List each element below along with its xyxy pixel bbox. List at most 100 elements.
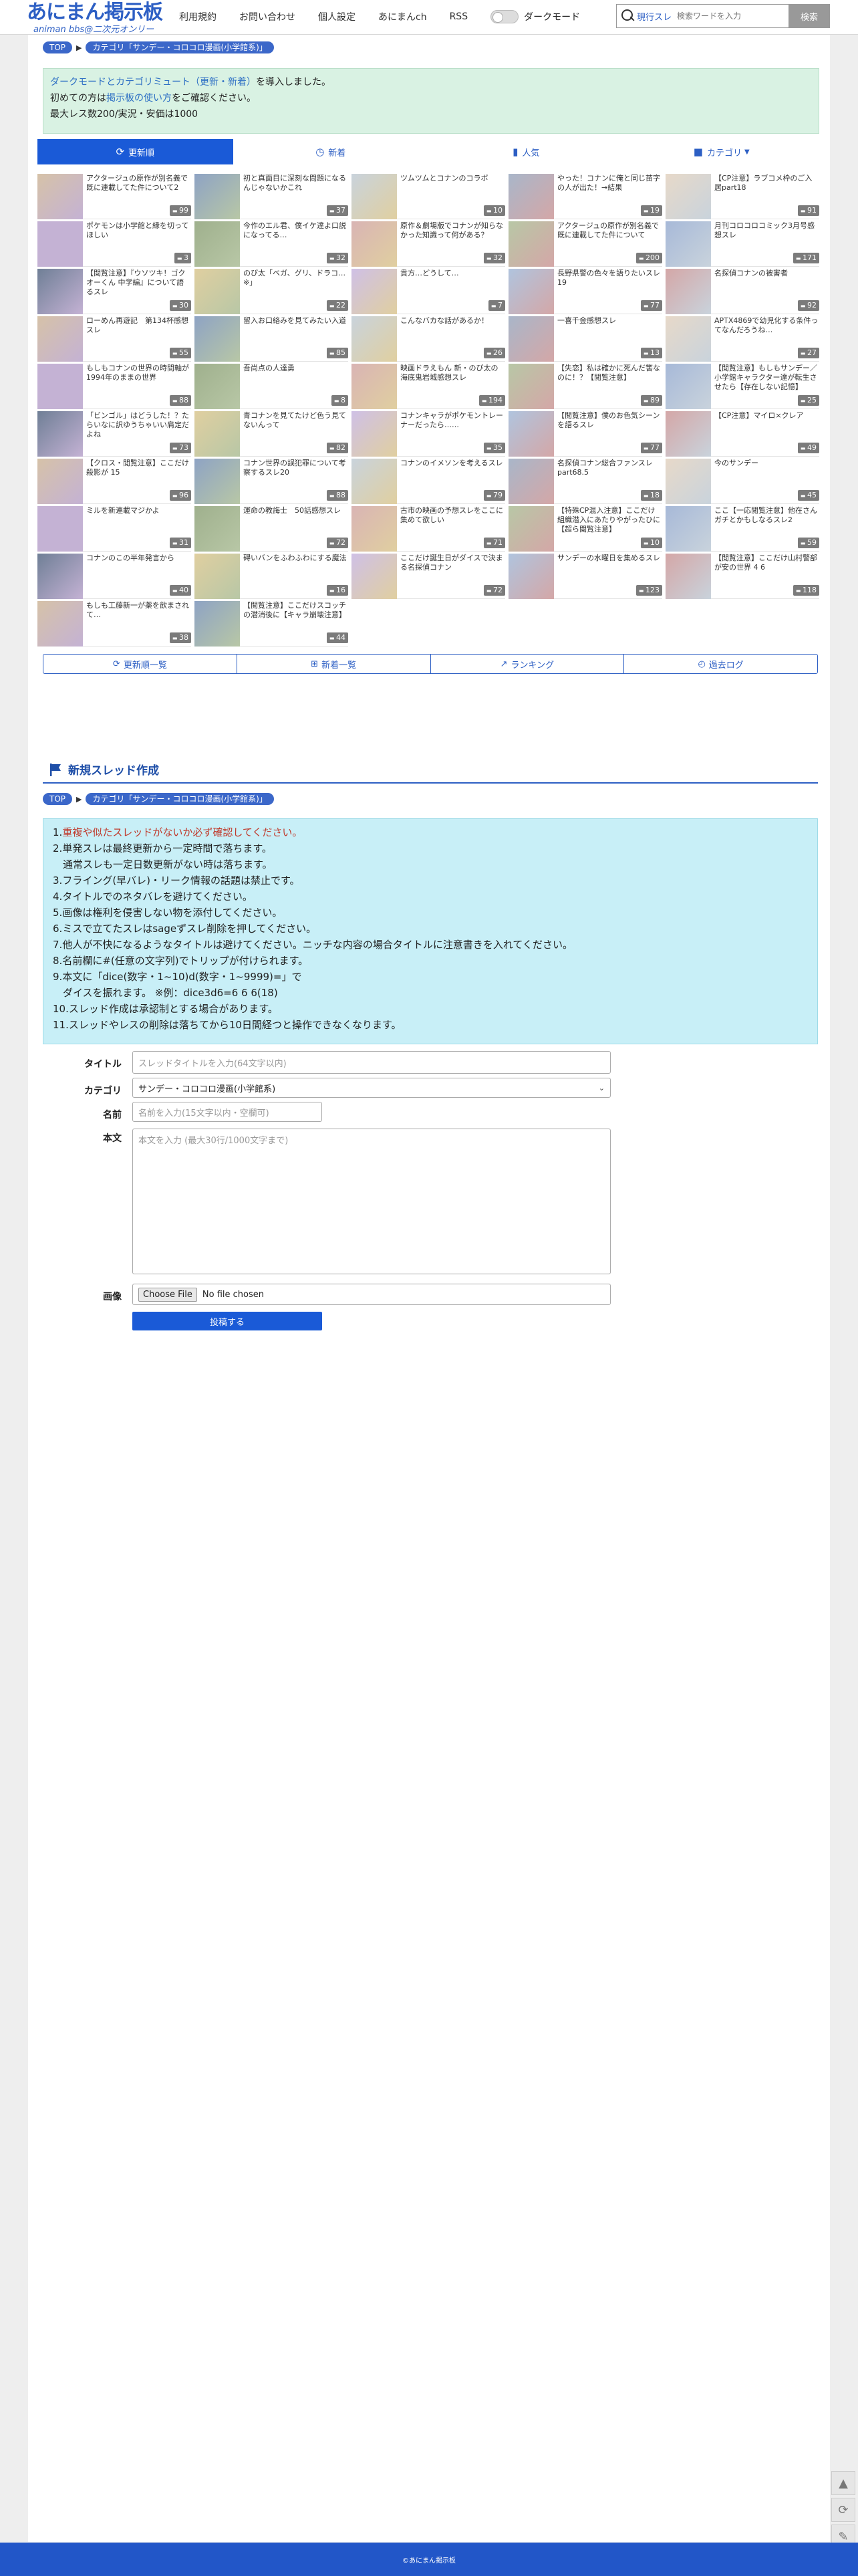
thread-thumbnail[interactable] bbox=[666, 174, 711, 219]
thread-title[interactable]: もしもコナンの世界の時間軸が1994年のままの世界 bbox=[86, 364, 190, 392]
nav-rss[interactable]: RSS bbox=[450, 11, 468, 22]
image-file-input[interactable]: Choose File No file chosen bbox=[132, 1284, 611, 1305]
thread-title[interactable]: 名探偵コナン総合ファンスレpart68.5 bbox=[557, 459, 662, 487]
thread-thumbnail[interactable] bbox=[37, 269, 83, 314]
dark-mode-toggle[interactable]: ダークモード bbox=[490, 10, 580, 23]
thread-card[interactable]: 名探偵コナンの被害者 ▬ 92 bbox=[666, 269, 819, 314]
thread-card[interactable]: ツムツムとコナンのコラボ ▬ 10 bbox=[351, 174, 505, 219]
nav-personal-settings[interactable]: 個人設定 bbox=[318, 10, 355, 23]
thread-title[interactable]: 原作＆劇場版でコナンが知らなかった知識って何がある？ bbox=[400, 221, 505, 249]
thread-title[interactable]: ここだけ誕生日がダイスで決まる名探偵コナン bbox=[400, 554, 505, 582]
thread-thumbnail[interactable] bbox=[509, 506, 554, 552]
how-to-use-link[interactable]: 掲示板の使い方 bbox=[106, 93, 172, 104]
thread-card[interactable]: 【特殊CP混入注意】ここだけ組織潜入にあたりやがったひに【超ら閲覧注意】 ▬ 10 bbox=[509, 506, 662, 552]
thread-card[interactable]: 原作＆劇場版でコナンが知らなかった知識って何がある？ ▬ 32 bbox=[351, 221, 505, 267]
thread-title[interactable]: 貴方…どうして… bbox=[400, 269, 505, 297]
tab-popular[interactable]: ▮ 人気 bbox=[428, 139, 624, 164]
thread-thumbnail[interactable] bbox=[666, 506, 711, 552]
thread-title[interactable]: ここ【一応閲覧注意】他在さんガチとかもしなるスレ2 bbox=[714, 506, 819, 534]
thread-thumbnail[interactable] bbox=[666, 554, 711, 599]
thread-title[interactable]: コナン世界の誤犯罪について考察するスレ20 bbox=[243, 459, 347, 487]
thread-thumbnail[interactable] bbox=[666, 316, 711, 362]
thread-title[interactable]: こんなバカな話があるか！ bbox=[400, 316, 505, 344]
thread-title[interactable]: ミルを新連載マジかよ bbox=[86, 506, 190, 534]
breadcrumb-top[interactable]: TOP bbox=[43, 793, 73, 805]
thread-card[interactable]: ポケモンは小学館と縁を切ってほしい ▬ 3 bbox=[37, 221, 191, 267]
thread-thumbnail[interactable] bbox=[37, 411, 83, 457]
thread-card[interactable]: のび太「ベガ、グリ、ドラコ…※」 ▬ 22 bbox=[194, 269, 348, 314]
search-scope-select[interactable]: 現行スレ bbox=[637, 10, 672, 23]
thread-card[interactable]: 一喜千金感想スレ ▬ 13 bbox=[509, 316, 662, 362]
thread-thumbnail[interactable] bbox=[351, 411, 397, 457]
tab-category[interactable]: ■ カテゴリ ▼ bbox=[624, 139, 820, 164]
thread-thumbnail[interactable] bbox=[509, 221, 554, 267]
thread-title[interactable]: 古市の映画の予想スレをここに集めて欲しい bbox=[400, 506, 505, 534]
thread-card[interactable]: 長野県警の色々を語りたいスレ19 ▬ 77 bbox=[509, 269, 662, 314]
thread-title[interactable]: 青コナンを見てたけど色う見てないんって bbox=[243, 411, 347, 439]
thread-thumbnail[interactable] bbox=[37, 506, 83, 552]
thread-title[interactable]: のび太「ベガ、グリ、ドラコ…※」 bbox=[243, 269, 347, 297]
thread-thumbnail[interactable] bbox=[194, 506, 240, 552]
thread-title[interactable]: 名探偵コナンの被害者 bbox=[714, 269, 819, 297]
thread-card[interactable]: 【閲覧注意】ここだけスコッチの潜消後に【キャラ崩壊注意】 ▬ 44 bbox=[194, 601, 348, 647]
thread-card[interactable]: 碍いバンをふわふわにする魔法 ▬ 16 bbox=[194, 554, 348, 599]
thread-title[interactable]: 【失恋】私は確かに死んだ筈なのに！？【閲覧注意】 bbox=[557, 364, 662, 392]
thread-thumbnail[interactable] bbox=[351, 459, 397, 504]
thread-card[interactable]: コナンキャラがポケモントレーナーだったら…… ▬ 35 bbox=[351, 411, 505, 457]
nav-contact[interactable]: お問い合わせ bbox=[239, 10, 295, 23]
thread-title[interactable]: アクタージュの原作が別名義で既に連載してた件について2 bbox=[86, 174, 190, 202]
scroll-top-button[interactable]: ▲ bbox=[831, 2471, 855, 2495]
thread-thumbnail[interactable] bbox=[194, 364, 240, 409]
thread-thumbnail[interactable] bbox=[194, 459, 240, 504]
thread-title[interactable]: ポケモンは小学館と縁を切ってほしい bbox=[86, 221, 190, 249]
thread-card[interactable]: もしも工藤新一が薬を飲まされて… ▬ 38 bbox=[37, 601, 191, 647]
thread-thumbnail[interactable] bbox=[194, 269, 240, 314]
thread-card[interactable]: 月刊コロコロコミック3月号感想スレ ▬ 171 bbox=[666, 221, 819, 267]
thread-thumbnail[interactable] bbox=[666, 411, 711, 457]
thread-thumbnail[interactable] bbox=[37, 601, 83, 647]
thread-thumbnail[interactable] bbox=[351, 316, 397, 362]
thread-card[interactable]: ここだけ誕生日がダイスで決まる名探偵コナン ▬ 72 bbox=[351, 554, 505, 599]
thread-thumbnail[interactable] bbox=[194, 316, 240, 362]
body-textarea[interactable]: 本文を入力 (最大30行/1000文字まで) bbox=[132, 1129, 611, 1274]
thread-thumbnail[interactable] bbox=[666, 269, 711, 314]
link-archive[interactable]: ◴ 過去ログ bbox=[624, 655, 817, 673]
link-new-list[interactable]: ⊞ 新着一覧 bbox=[237, 655, 431, 673]
thread-title[interactable]: 初と真面目に深刻な問題になるんじゃないかこれ bbox=[243, 174, 347, 202]
thread-title[interactable]: 長野県警の色々を語りたいスレ19 bbox=[557, 269, 662, 297]
thread-thumbnail[interactable] bbox=[509, 316, 554, 362]
thread-title[interactable]: 一喜千金感想スレ bbox=[557, 316, 662, 344]
thread-card[interactable]: 【閲覧注意】もしもサンデー／小学館キャラクター達が転生させたら【存在しない記憶】… bbox=[666, 364, 819, 409]
thread-card[interactable]: こんなバカな話があるか！ ▬ 26 bbox=[351, 316, 505, 362]
thread-title[interactable]: 「ビンゴル」はどうした！？たらいなに訳ゆうちゃいい肩定だよね bbox=[86, 411, 190, 439]
thread-title[interactable]: サンデーの水曜日を集めるスレ bbox=[557, 554, 662, 582]
thread-thumbnail[interactable] bbox=[194, 411, 240, 457]
thread-card[interactable]: 【CP注意】マイロ×クレア ▬ 49 bbox=[666, 411, 819, 457]
category-select[interactable]: サンデー・コロコロ漫画(小学館系) ⌄ bbox=[132, 1078, 611, 1098]
thread-title[interactable]: 【CP注意】マイロ×クレア bbox=[714, 411, 819, 439]
thread-card[interactable]: 貴方…どうして… ▬ 7 bbox=[351, 269, 505, 314]
thread-thumbnail[interactable] bbox=[194, 221, 240, 267]
thread-card[interactable]: やった！コナンに俺と同じ苗字の人が出た！→結果 ▬ 19 bbox=[509, 174, 662, 219]
thread-thumbnail[interactable] bbox=[509, 459, 554, 504]
reload-button[interactable]: ⟳ bbox=[831, 2498, 855, 2522]
thread-title[interactable]: コナンのイメソンを考えるスレ bbox=[400, 459, 505, 487]
thread-card[interactable]: APTX4869で幼児化する条件ってなんだろうね… ▬ 27 bbox=[666, 316, 819, 362]
thread-card[interactable]: アクタージュの原作が別名義で既に連載してた件について2 ▬ 99 bbox=[37, 174, 191, 219]
thread-card[interactable]: 留入お口絡みを見てみたい入道 ▬ 85 bbox=[194, 316, 348, 362]
thread-thumbnail[interactable] bbox=[37, 554, 83, 599]
site-logo[interactable]: あにまん掲示板 animan bbs@二次元オンリー bbox=[27, 1, 167, 35]
thread-thumbnail[interactable] bbox=[351, 506, 397, 552]
thread-card[interactable]: ここ【一応閲覧注意】他在さんガチとかもしなるスレ2 ▬ 59 bbox=[666, 506, 819, 552]
thread-title[interactable]: 【閲覧注意】もしもサンデー／小学館キャラクター達が転生させたら【存在しない記憶】 bbox=[714, 364, 819, 392]
thread-card[interactable]: アクタージュの原作が別名義で既に連載してた件について ▬ 200 bbox=[509, 221, 662, 267]
nav-animanch[interactable]: あにまんch bbox=[378, 10, 427, 23]
thread-thumbnail[interactable] bbox=[351, 364, 397, 409]
thread-thumbnail[interactable] bbox=[37, 364, 83, 409]
thread-title[interactable]: 【閲覧注意】僕のお色気シーンを語るスレ bbox=[557, 411, 662, 439]
thread-card[interactable]: 吾尚点の人達勇 ▬ 8 bbox=[194, 364, 348, 409]
title-input[interactable]: スレッドタイトルを入力(64文字以内) bbox=[132, 1051, 611, 1074]
thread-thumbnail[interactable] bbox=[351, 269, 397, 314]
thread-title[interactable]: 吾尚点の人達勇 bbox=[243, 364, 347, 392]
thread-thumbnail[interactable] bbox=[509, 411, 554, 457]
